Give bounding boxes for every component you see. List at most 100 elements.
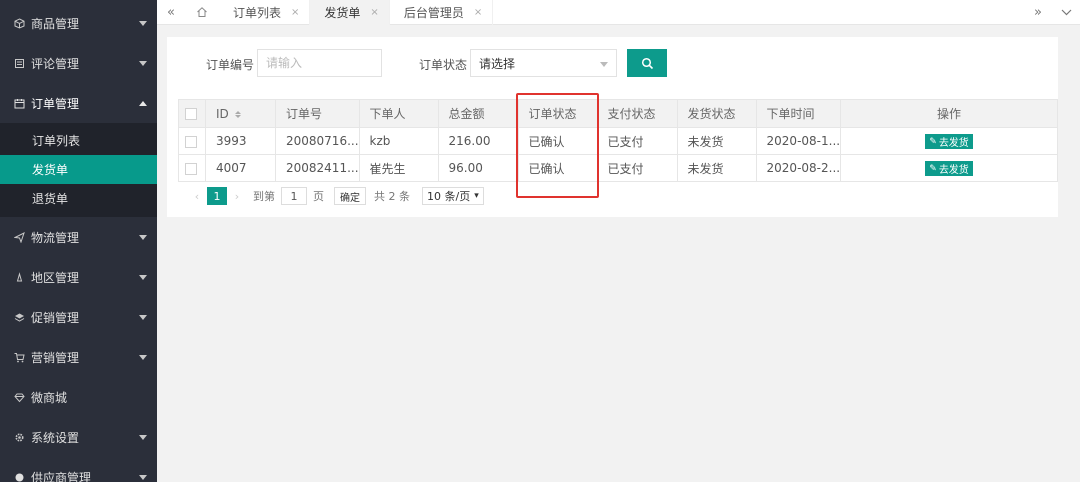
col-actions: 操作 — [840, 99, 1058, 128]
sidebar-item-order-list[interactable]: 订单列表 — [0, 126, 157, 155]
sidebar-group-regions[interactable]: 地区管理 — [0, 257, 157, 297]
current-page-button[interactable]: 1 — [207, 187, 227, 205]
ship-button[interactable]: ✎ 去发货 — [925, 161, 973, 177]
cell-order-time: 2020-08-2... — [755, 154, 842, 182]
col-header-label: ID — [216, 106, 229, 121]
sidebar-group-logistics[interactable]: 物流管理 — [0, 217, 157, 257]
cell-ship-status: 未发货 — [676, 154, 757, 182]
sidebar-submenu-orders: 订单列表 发货单 退货单 — [0, 123, 157, 217]
diamond-icon — [14, 392, 25, 403]
sidebar-group-label: 营销管理 — [31, 350, 80, 365]
scroll-tabs-right-button[interactable]: » — [1024, 0, 1052, 25]
sidebar-group-settings[interactable]: 系统设置 — [0, 417, 157, 457]
caret-down-icon — [139, 354, 147, 360]
close-icon[interactable]: × — [291, 7, 299, 18]
calendar-icon — [14, 98, 25, 109]
layers-icon — [14, 312, 25, 323]
goto-suffix: 页 — [313, 190, 324, 203]
sidebar-group-label: 地区管理 — [31, 270, 80, 285]
tab-bar: « 订单列表 × 发货单 × 后台管理员 × » — [157, 0, 1080, 25]
tab-label: 订单列表 — [233, 5, 282, 20]
order-status-value: 请选择 — [479, 56, 516, 71]
prev-page-icon[interactable]: ‹ — [187, 190, 207, 203]
row-select-cell — [178, 154, 206, 182]
table-header-row: ID 订单号 下单人 总金额 订单状态 支付状态 发货状态 下单时间 操作 — [178, 99, 1058, 128]
content-panel: 订单编号 订单状态 请选择 ID 订单号 下单人 总金额 订单状态 支付状态 发… — [167, 37, 1058, 217]
sidebar-group-reviews[interactable]: 评论管理 — [0, 43, 157, 83]
total-count: 共 2 条 — [374, 190, 410, 203]
cell-order-status: 已确认 — [517, 154, 598, 182]
location-icon — [14, 271, 25, 283]
order-no-input[interactable] — [257, 49, 382, 77]
table-row: 4007 20082411... 崔先生 96.00 已确认 已支付 未发货 2… — [178, 154, 1058, 182]
order-status-select[interactable]: 请选择 — [470, 49, 617, 77]
sidebar-group-label: 商品管理 — [31, 16, 80, 31]
sidebar-group-micro-mall[interactable]: 微商城 — [0, 377, 157, 417]
select-all-cell — [178, 99, 206, 128]
cell-order-no: 20080716... — [275, 127, 360, 155]
cell-ship-status: 未发货 — [676, 127, 757, 155]
sidebar-item-returns[interactable]: 退货单 — [0, 184, 157, 213]
sidebar-group-promotions[interactable]: 促销管理 — [0, 297, 157, 337]
cell-pay-status: 已支付 — [596, 154, 678, 182]
double-chevron-left-icon: « — [167, 4, 175, 20]
caret-down-icon — [139, 60, 147, 66]
circle-icon — [14, 472, 25, 482]
pencil-icon: ✎ — [929, 163, 937, 174]
ship-button-label: 去发货 — [938, 138, 969, 150]
cell-order-time: 2020-08-1... — [755, 127, 842, 155]
col-order-no: 订单号 — [275, 99, 360, 128]
collapse-sidebar-button[interactable]: « — [157, 0, 185, 25]
col-buyer: 下单人 — [358, 99, 439, 128]
caret-down-icon — [139, 434, 147, 440]
caret-down-icon — [600, 62, 608, 67]
col-id[interactable]: ID — [205, 99, 276, 128]
sidebar: 商品管理 评论管理 订单管理 订单列表 发货单 退货单 物流管理 地区管理 促销… — [0, 0, 157, 482]
row-checkbox[interactable] — [185, 162, 197, 175]
sidebar-group-suppliers[interactable]: 供应商管理 — [0, 457, 157, 482]
goto-confirm-button[interactable]: 确定 — [334, 187, 366, 205]
page-size-select[interactable]: 10 条/页 ▾ — [422, 187, 484, 205]
tab-label: 后台管理员 — [403, 5, 464, 20]
paper-plane-icon — [14, 231, 25, 243]
select-all-checkbox[interactable] — [185, 108, 197, 120]
sidebar-group-marketing[interactable]: 营销管理 — [0, 337, 157, 377]
search-button[interactable] — [627, 49, 667, 77]
tab-menu-button[interactable] — [1052, 0, 1080, 25]
cell-amount: 96.00 — [437, 154, 519, 182]
cell-actions: ✎ 去发货 — [840, 127, 1058, 155]
cell-amount: 216.00 — [437, 127, 519, 155]
tab-bar-right-controls: » — [1024, 0, 1080, 25]
sidebar-item-delivery[interactable]: 发货单 — [0, 155, 157, 184]
tab-delivery[interactable]: 发货单 × — [310, 0, 390, 25]
order-no-label: 订单编号 — [206, 58, 255, 72]
next-page-icon[interactable]: › — [227, 190, 247, 203]
comment-icon — [14, 58, 25, 69]
pencil-icon: ✎ — [929, 136, 937, 147]
home-tab-button[interactable] — [185, 0, 219, 25]
sidebar-group-label: 订单管理 — [31, 96, 80, 111]
tab-admin[interactable]: 后台管理员 × — [390, 0, 494, 25]
home-icon — [197, 7, 207, 17]
close-icon[interactable]: × — [370, 7, 378, 18]
search-icon — [641, 57, 653, 69]
caret-down-icon — [139, 314, 147, 320]
sort-icon[interactable] — [234, 110, 241, 118]
col-ship-status: 发货状态 — [676, 99, 757, 128]
ship-button[interactable]: ✎ 去发货 — [925, 134, 973, 150]
goto-page-input[interactable] — [281, 187, 307, 205]
row-checkbox[interactable] — [185, 135, 197, 148]
close-icon[interactable]: × — [474, 7, 482, 18]
caret-down-icon — [139, 234, 147, 240]
cell-order-status: 已确认 — [517, 127, 598, 155]
col-order-time: 下单时间 — [755, 99, 842, 128]
caret-up-icon — [139, 100, 147, 106]
sidebar-group-orders[interactable]: 订单管理 — [0, 83, 157, 123]
tab-order-list[interactable]: 订单列表 × — [219, 0, 311, 25]
pagination: ‹ 1 › 到第 页 确定 共 2 条 10 条/页 ▾ — [187, 186, 484, 206]
cell-buyer: kzb — [358, 127, 439, 155]
sidebar-group-goods[interactable]: 商品管理 — [0, 3, 157, 43]
sidebar-group-label: 评论管理 — [31, 56, 80, 71]
sidebar-group-label: 微商城 — [31, 390, 68, 405]
gear-icon — [14, 432, 25, 443]
